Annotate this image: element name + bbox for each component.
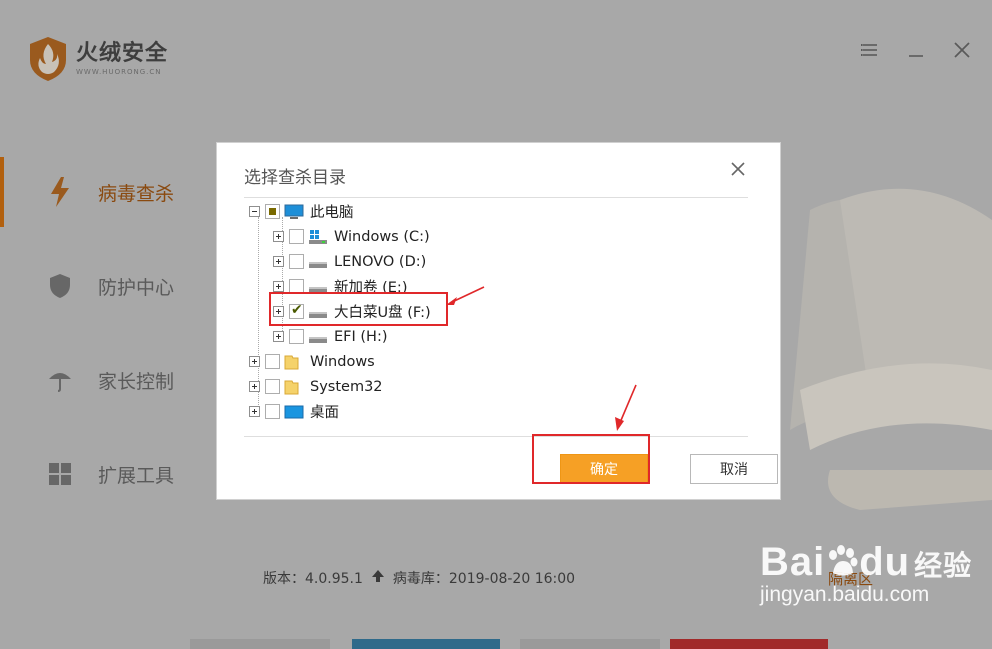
bottom-tab [352,639,500,649]
tree-node-label: 桌面 [310,405,339,421]
version-label: 版本：4.0.95.1 [263,571,363,587]
expand-toggle[interactable] [273,331,284,342]
expand-toggle[interactable] [249,381,260,392]
arrow-icon [615,384,637,431]
watermark-url: jingyan.baidu.com [760,583,930,606]
tree-node-system32-folder[interactable]: System32 [249,374,383,399]
sidebar-item-label: 防护中心 [98,276,175,299]
tree-node-drive-c[interactable]: Windows (C:) [273,224,430,249]
tree-node-drive-h[interactable]: EFI (H:) [273,324,388,349]
bottom-tab [190,639,330,649]
lightning-icon [48,177,72,207]
highlight-box-ok [532,434,650,484]
dialog-title: 选择查杀目录 [244,168,346,188]
expand-toggle[interactable] [273,281,284,292]
arrow-icon [446,286,485,305]
highlight-box-drive-f [269,292,448,326]
expand-toggle[interactable] [249,356,260,367]
cancel-button[interactable]: 取消 [690,454,778,484]
sidebar-item-parental[interactable]: 家长控制 [0,333,200,427]
upgrade-icon[interactable] [371,569,385,587]
tree-node-desktop[interactable]: 桌面 [249,399,339,424]
checkbox[interactable] [265,404,280,419]
expand-toggle[interactable] [273,231,284,242]
tree-node-label: LENOVO (D:) [334,253,427,270]
checkbox[interactable] [289,254,304,269]
watermark-brand2: du [859,540,911,584]
menu-icon[interactable] [858,38,882,62]
divider [244,197,748,198]
checkbox[interactable] [289,229,304,244]
desktop-icon [284,405,304,418]
app-logo: 火绒安全 WWW.HUORONG.CN [28,36,168,82]
expand-toggle[interactable] [273,256,284,267]
checkbox[interactable] [265,379,280,394]
sidebar-item-virus-scan[interactable]: 病毒查杀 [0,145,200,239]
app-url: WWW.HUORONG.CN [76,68,162,76]
tree-node-this-pc[interactable]: 此电脑 [249,199,354,224]
grid-icon [48,462,72,486]
app-name: 火绒安全 [76,41,169,66]
folder-icon [284,355,299,369]
tree-node-label: 此电脑 [310,205,354,221]
sidebar-item-label: 病毒查杀 [98,182,175,205]
paw-icon [829,545,858,576]
virus-db-label: 病毒库：2019-08-20 16:00 [392,571,576,587]
umbrella-icon [48,368,72,392]
divider [244,436,748,437]
bottom-tab [670,639,828,649]
drive-icon [309,336,327,343]
baidu-watermark: Bai du 经验 jingyan.baidu.com [760,540,972,607]
folder-icon [284,380,299,394]
window-controls [858,38,974,62]
shield-icon [48,274,72,298]
flame-shield-icon [30,37,66,81]
computer-icon [284,204,304,219]
tree-node-label: System32 [310,378,383,395]
version-info: 版本：4.0.95.1 病毒库：2019-08-20 16:00 [263,568,575,588]
tree-node-windows-folder[interactable]: Windows [249,349,375,374]
tree-node-label: EFI (H:) [334,328,388,345]
sidebar-item-protection[interactable]: 防护中心 [0,239,200,333]
bottom-tab [520,639,660,649]
tree-node-label: Windows [310,353,375,370]
checkbox[interactable] [265,204,280,219]
drive-icon [309,261,327,268]
watermark-brand: Bai [760,540,826,584]
dialog-close-icon[interactable] [728,159,748,179]
bottom-bar [0,637,992,649]
collapse-toggle[interactable] [249,206,260,217]
sidebar-item-tools[interactable]: 扩展工具 [0,427,200,521]
sidebar-nav: 病毒查杀 防护中心 家长控制 扩展工具 [0,145,200,521]
windows-drive-icon [309,229,327,244]
checkbox[interactable] [265,354,280,369]
expand-toggle[interactable] [249,406,260,417]
sidebar-item-label: 扩展工具 [98,464,175,487]
sidebar-item-label: 家长控制 [98,370,175,393]
tree-node-drive-d[interactable]: LENOVO (D:) [273,249,426,274]
minimize-icon[interactable] [904,38,928,62]
tree-node-label: Windows (C:) [334,228,430,245]
close-icon[interactable] [950,38,974,62]
checkbox[interactable] [289,329,304,344]
watermark-brand-cn: 经验 [914,550,973,581]
